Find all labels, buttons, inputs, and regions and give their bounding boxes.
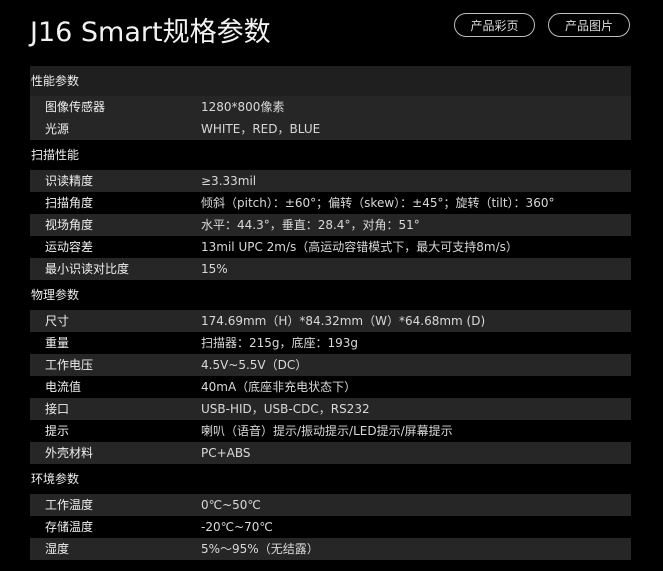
section-title-physical: 物理参数 [31, 288, 80, 302]
spec-label: 电流值 [45, 380, 82, 394]
spec-row: 视场角度 水平：44.3°，垂直：28.4°，对角：51° [30, 214, 631, 236]
spec-value: WHITE，RED，BLUE [201, 122, 321, 136]
spec-label: 接口 [45, 402, 70, 416]
page-header: J16 Smart规格参数 产品彩页 产品图片 [0, 0, 663, 60]
spec-value: 1280*800像素 [201, 100, 285, 114]
spec-row: 电流值 40mA（底座非充电状态下） [30, 376, 631, 398]
spec-value: 40mA（底座非充电状态下） [201, 380, 357, 394]
spec-label: 视场角度 [45, 218, 94, 232]
spec-row: 尺寸 174.69mm（H）*84.32mm（W）*64.68mm (D) [30, 310, 631, 332]
spec-value: 0℃~50℃ [201, 498, 261, 512]
spec-label: 提示 [45, 424, 70, 438]
spec-value: 水平：44.3°，垂直：28.4°，对角：51° [201, 218, 420, 232]
product-images-button[interactable]: 产品图片 [548, 13, 630, 37]
spec-table: 性能参数 图像传感器 1280*800像素 光源 WHITE，RED，BLUE … [30, 66, 631, 560]
spec-value: 174.69mm（H）*84.32mm（W）*64.68mm (D) [201, 314, 486, 328]
spec-row: 工作温度 0℃~50℃ [30, 494, 631, 516]
spec-value: 15% [201, 262, 228, 276]
spec-value: 喇叭（语音）提示/振动提示/LED提示/屏幕提示 [201, 424, 453, 438]
spec-value: 5%～95%（无结露） [201, 542, 319, 556]
spec-row: 重量 扫描器：215g，底座：193g [30, 332, 631, 354]
spec-label: 运动容差 [45, 240, 94, 254]
product-brochure-button[interactable]: 产品彩页 [454, 13, 535, 37]
spec-row: 光源 WHITE，RED，BLUE [30, 118, 631, 140]
spec-row: 存储温度 -20℃~70℃ [30, 516, 631, 538]
spec-label: 识读精度 [45, 174, 94, 188]
section-title-environment: 环境参数 [31, 472, 80, 486]
spec-label: 湿度 [45, 542, 70, 556]
spec-row: 最小识读对比度 15% [30, 258, 631, 280]
spec-label: 光源 [45, 122, 70, 136]
spec-value: USB-HID，USB-CDC，RS232 [201, 402, 370, 416]
spec-row: 运动容差 13mil UPC 2m/s（高运动容错模式下，最大可支持8m/s） [30, 236, 631, 258]
spec-value: 倾斜（pitch）：±60°；偏转（skew）：±45°；旋转（tilt）：36… [201, 196, 555, 210]
spec-row: 图像传感器 1280*800像素 [30, 96, 631, 118]
spec-label: 存储温度 [45, 520, 94, 534]
spec-label: 尺寸 [45, 314, 70, 328]
spec-row: 扫描角度 倾斜（pitch）：±60°；偏转（skew）：±45°；旋转（til… [30, 192, 631, 214]
spec-row: 外壳材料 PC+ABS [30, 442, 631, 464]
spec-value: ≥3.33mil [201, 174, 257, 188]
spec-value: -20℃~70℃ [201, 520, 273, 534]
spec-label: 重量 [45, 336, 70, 350]
spec-label: 最小识读对比度 [45, 262, 130, 276]
spec-row: 提示 喇叭（语音）提示/振动提示/LED提示/屏幕提示 [30, 420, 631, 442]
section-title-scanning: 扫描性能 [31, 148, 80, 162]
spec-value: PC+ABS [201, 446, 251, 460]
spec-value: 扫描器：215g，底座：193g [201, 336, 359, 350]
spec-row: 识读精度 ≥3.33mil [30, 170, 631, 192]
spec-label: 工作温度 [45, 498, 94, 512]
page-title: J16 Smart规格参数 [30, 17, 271, 48]
spec-label: 图像传感器 [45, 100, 106, 114]
spec-label: 扫描角度 [45, 196, 94, 210]
spec-label: 工作电压 [45, 358, 94, 372]
spec-row: 湿度 5%～95%（无结露） [30, 538, 631, 560]
spec-value: 13mil UPC 2m/s（高运动容错模式下，最大可支持8m/s） [201, 240, 518, 254]
spec-row: 接口 USB-HID，USB-CDC，RS232 [30, 398, 631, 420]
spec-label: 外壳材料 [45, 446, 94, 460]
spec-value: 4.5V~5.5V（DC） [201, 358, 308, 372]
section-title-performance: 性能参数 [30, 66, 631, 96]
spec-row: 工作电压 4.5V~5.5V（DC） [30, 354, 631, 376]
